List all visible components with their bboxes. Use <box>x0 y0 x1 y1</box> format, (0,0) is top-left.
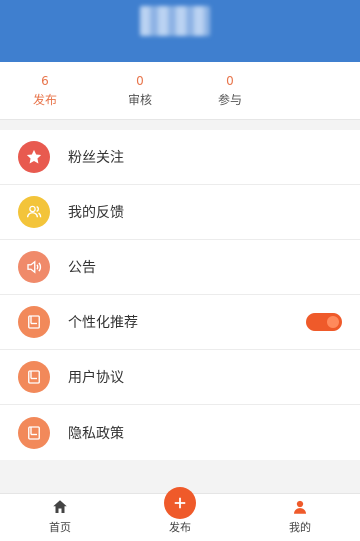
personalized-recommendation-toggle[interactable] <box>306 313 342 331</box>
stat-participate-label: 参与 <box>217 92 242 107</box>
book-icon <box>18 361 50 393</box>
stats-bar: 6 发布 0 审核 0 参与 <box>0 62 360 120</box>
stat-review[interactable]: 0 审核 <box>95 62 185 119</box>
menu-item-my-feedback[interactable]: 我的反馈 <box>0 185 360 240</box>
stat-publish[interactable]: 6 发布 <box>0 62 90 119</box>
speaker-icon <box>18 251 50 283</box>
blurred-username <box>140 6 210 36</box>
book-icon <box>18 306 50 338</box>
menu-label-fans-follow: 粉丝关注 <box>68 150 124 166</box>
stat-review-value: 0 <box>136 73 144 88</box>
menu-label-personalized-recommendation: 个性化推荐 <box>68 315 138 331</box>
separator <box>0 120 360 130</box>
tab-mine-label: 我的 <box>289 521 311 534</box>
stat-publish-value: 6 <box>41 73 49 88</box>
users-icon <box>18 196 50 228</box>
plus-icon[interactable] <box>164 487 196 519</box>
menu-item-user-agreement[interactable]: 用户协议 <box>0 350 360 405</box>
stat-review-label: 审核 <box>127 92 152 107</box>
menu-item-personalized-recommendation[interactable]: 个性化推荐 <box>0 295 360 350</box>
stat-participate[interactable]: 0 参与 <box>185 62 275 119</box>
tab-publish-label: 发布 <box>169 521 191 534</box>
tab-home[interactable]: 首页 <box>0 494 120 541</box>
header <box>0 0 360 62</box>
stat-participate-value: 0 <box>226 73 234 88</box>
menu-label-announcement: 公告 <box>68 260 96 276</box>
menu-item-announcement[interactable]: 公告 <box>0 240 360 295</box>
menu-label-user-agreement: 用户协议 <box>68 370 124 386</box>
menu-label-my-feedback: 我的反馈 <box>68 205 124 221</box>
menu-label-privacy-policy: 隐私政策 <box>68 425 124 442</box>
menu-item-privacy-policy[interactable]: 隐私政策 <box>0 405 360 460</box>
stat-publish-label: 发布 <box>32 92 57 107</box>
tab-publish[interactable]: 发布 <box>120 487 240 541</box>
user-icon <box>294 500 306 514</box>
tab-mine[interactable]: 我的 <box>240 494 360 541</box>
tab-home-label: 首页 <box>49 521 71 534</box>
book-icon <box>18 416 50 449</box>
star-icon <box>18 141 50 173</box>
menu-item-fans-follow[interactable]: 粉丝关注 <box>0 130 360 185</box>
bottom-nav: 首页 发布 我的 <box>0 487 360 541</box>
menu-list: 粉丝关注 我的反馈 公告 个性化推荐 用户协议 隐私政策 <box>0 130 360 460</box>
home-icon <box>53 500 67 513</box>
